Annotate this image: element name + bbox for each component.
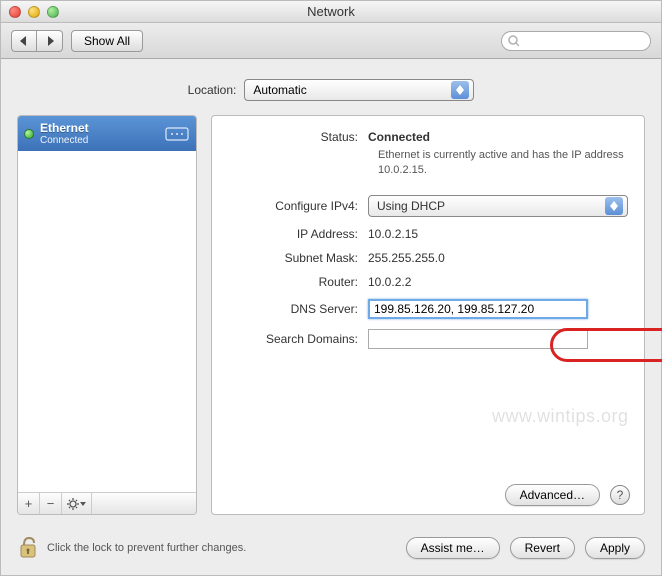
revert-button[interactable]: Revert: [510, 537, 575, 559]
location-popup[interactable]: Automatic: [244, 79, 474, 101]
back-button[interactable]: [11, 30, 37, 52]
location-row: Location: Automatic: [17, 79, 645, 101]
forward-button[interactable]: [37, 30, 63, 52]
dns-label: DNS Server:: [228, 302, 368, 316]
window: Network Show All Location: Automatic: [0, 0, 662, 576]
nav-segment: [11, 30, 63, 52]
status-label: Status:: [228, 130, 368, 144]
config-ipv4-popup[interactable]: Using DHCP: [368, 195, 628, 217]
bottom-bar: Click the lock to prevent further change…: [1, 525, 661, 575]
status-value: Connected: [368, 130, 430, 144]
search-domains-label: Search Domains:: [228, 332, 368, 346]
content: Location: Automatic Ethernet Connected: [1, 59, 661, 525]
search-icon: [508, 35, 519, 47]
detail-panel: Status: Connected Ethernet is currently …: [211, 115, 645, 515]
apply-button[interactable]: Apply: [585, 537, 645, 559]
sidebar-footer: + −: [18, 492, 196, 514]
main-columns: Ethernet Connected + −: [17, 115, 645, 515]
subnet-label: Subnet Mask:: [228, 251, 368, 265]
gear-icon: [67, 498, 79, 510]
router-label: Router:: [228, 275, 368, 289]
titlebar: Network: [1, 1, 661, 23]
ethernet-icon: [164, 125, 190, 143]
status-message: Ethernet is currently active and has the…: [378, 148, 628, 179]
lock-icon[interactable]: [17, 535, 39, 561]
location-value: Automatic: [253, 83, 306, 97]
search-field[interactable]: [523, 35, 644, 47]
advanced-button[interactable]: Advanced…: [505, 484, 600, 506]
window-title: Network: [1, 4, 661, 19]
service-name: Ethernet: [40, 121, 158, 135]
lock-row: Click the lock to prevent further change…: [17, 535, 246, 561]
gear-menu-button[interactable]: [62, 493, 92, 515]
subnet-value: 255.255.255.0: [368, 251, 628, 265]
service-status: Connected: [40, 135, 158, 146]
updown-icon: [451, 81, 469, 99]
sidebar-body: [18, 151, 196, 492]
help-button[interactable]: ?: [610, 485, 630, 505]
chevron-down-icon: [80, 502, 86, 506]
ip-value: 10.0.2.15: [368, 227, 628, 241]
search-domains-field[interactable]: [368, 329, 588, 349]
router-value: 10.0.2.2: [368, 275, 628, 289]
config-value: Using DHCP: [377, 199, 445, 213]
show-all-button[interactable]: Show All: [71, 30, 143, 52]
status-dot-icon: [24, 129, 34, 139]
location-label: Location:: [188, 83, 237, 97]
ip-label: IP Address:: [228, 227, 368, 241]
service-item-ethernet[interactable]: Ethernet Connected: [18, 116, 196, 151]
sidebar: Ethernet Connected + −: [17, 115, 197, 515]
updown-icon: [605, 197, 623, 215]
toolbar: Show All: [1, 23, 661, 59]
config-label: Configure IPv4:: [228, 199, 368, 213]
search-input[interactable]: [501, 31, 651, 51]
assist-button[interactable]: Assist me…: [406, 537, 500, 559]
dns-server-field[interactable]: [368, 299, 588, 319]
remove-service-button[interactable]: −: [40, 493, 62, 515]
watermark: www.wintips.org: [492, 406, 629, 427]
lock-message: Click the lock to prevent further change…: [47, 542, 246, 554]
add-service-button[interactable]: +: [18, 493, 40, 515]
